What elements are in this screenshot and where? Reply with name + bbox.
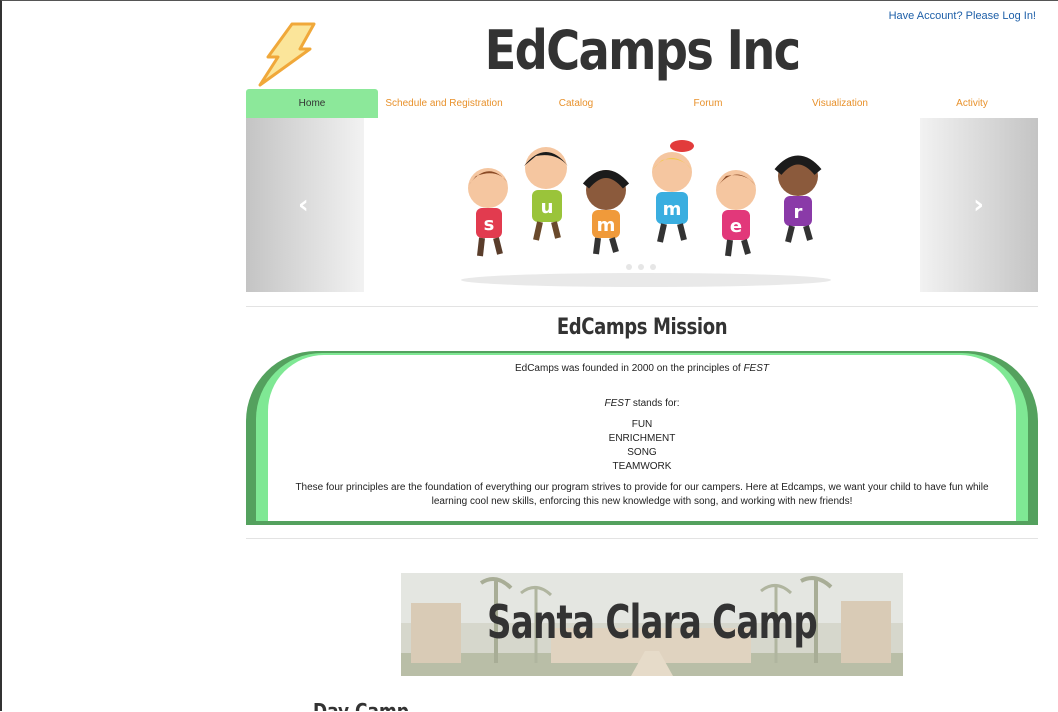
- carousel-letter-3: m: [597, 215, 616, 236]
- image-carousel: ‹ s u m m e r ›: [246, 118, 1038, 292]
- carousel-dot[interactable]: [638, 264, 644, 270]
- nav-catalog[interactable]: Catalog: [510, 89, 642, 118]
- principle-item: SONG: [627, 447, 657, 458]
- camp-banner[interactable]: Santa Clara Camp: [401, 573, 903, 676]
- mission-paragraph-line: These four principles are the foundation…: [295, 482, 989, 493]
- carousel-letter-4: m: [663, 199, 682, 220]
- carousel-letter-6: r: [794, 202, 803, 223]
- nav-activity[interactable]: Activity: [906, 89, 1038, 118]
- main-nav: Home Schedule and Registration Catalog F…: [246, 89, 1038, 118]
- carousel-letter-1: s: [484, 214, 495, 235]
- carousel-dot[interactable]: [650, 264, 656, 270]
- carousel-letter-5: e: [730, 216, 742, 237]
- principle-item: ENRICHMENT: [608, 433, 676, 444]
- mission-paragraph-line: learning cool new skills, enforcing this…: [431, 496, 853, 507]
- nav-home[interactable]: Home: [246, 89, 378, 118]
- nav-forum[interactable]: Forum: [642, 89, 774, 118]
- chevron-left-icon: ‹: [298, 190, 309, 220]
- nav-schedule-registration[interactable]: Schedule and Registration: [378, 89, 510, 118]
- day-camp-heading: Day Camp: [313, 699, 409, 711]
- chevron-right-icon: ›: [973, 190, 984, 220]
- carousel-prev-button[interactable]: ‹: [246, 118, 364, 292]
- divider: [246, 538, 1038, 539]
- mission-panel: EdCamps was founded in 2000 on the princ…: [246, 351, 1038, 525]
- nav-visualization[interactable]: Visualization: [774, 89, 906, 118]
- carousel-dot[interactable]: [626, 264, 632, 270]
- divider: [246, 306, 1038, 307]
- camp-title: Santa Clara Camp: [487, 595, 818, 649]
- browser-viewport: Have Account? Please Log In! EdCamps Inc…: [0, 0, 1058, 711]
- carousel-indicators: [626, 264, 656, 270]
- mission-founded-text: EdCamps was founded in 2000 on the princ…: [514, 363, 770, 374]
- mission-stands-for-text: FEST stands for:: [604, 398, 680, 409]
- carousel-letter-2: u: [541, 197, 554, 218]
- principle-item: TEAMWORK: [612, 461, 672, 472]
- mission-panel-base: [246, 521, 1038, 525]
- carousel-next-button[interactable]: ›: [920, 118, 1038, 292]
- principle-item: FUN: [631, 419, 653, 430]
- mission-title: EdCamps Mission: [556, 315, 728, 340]
- site-title: EdCamps Inc: [484, 19, 802, 82]
